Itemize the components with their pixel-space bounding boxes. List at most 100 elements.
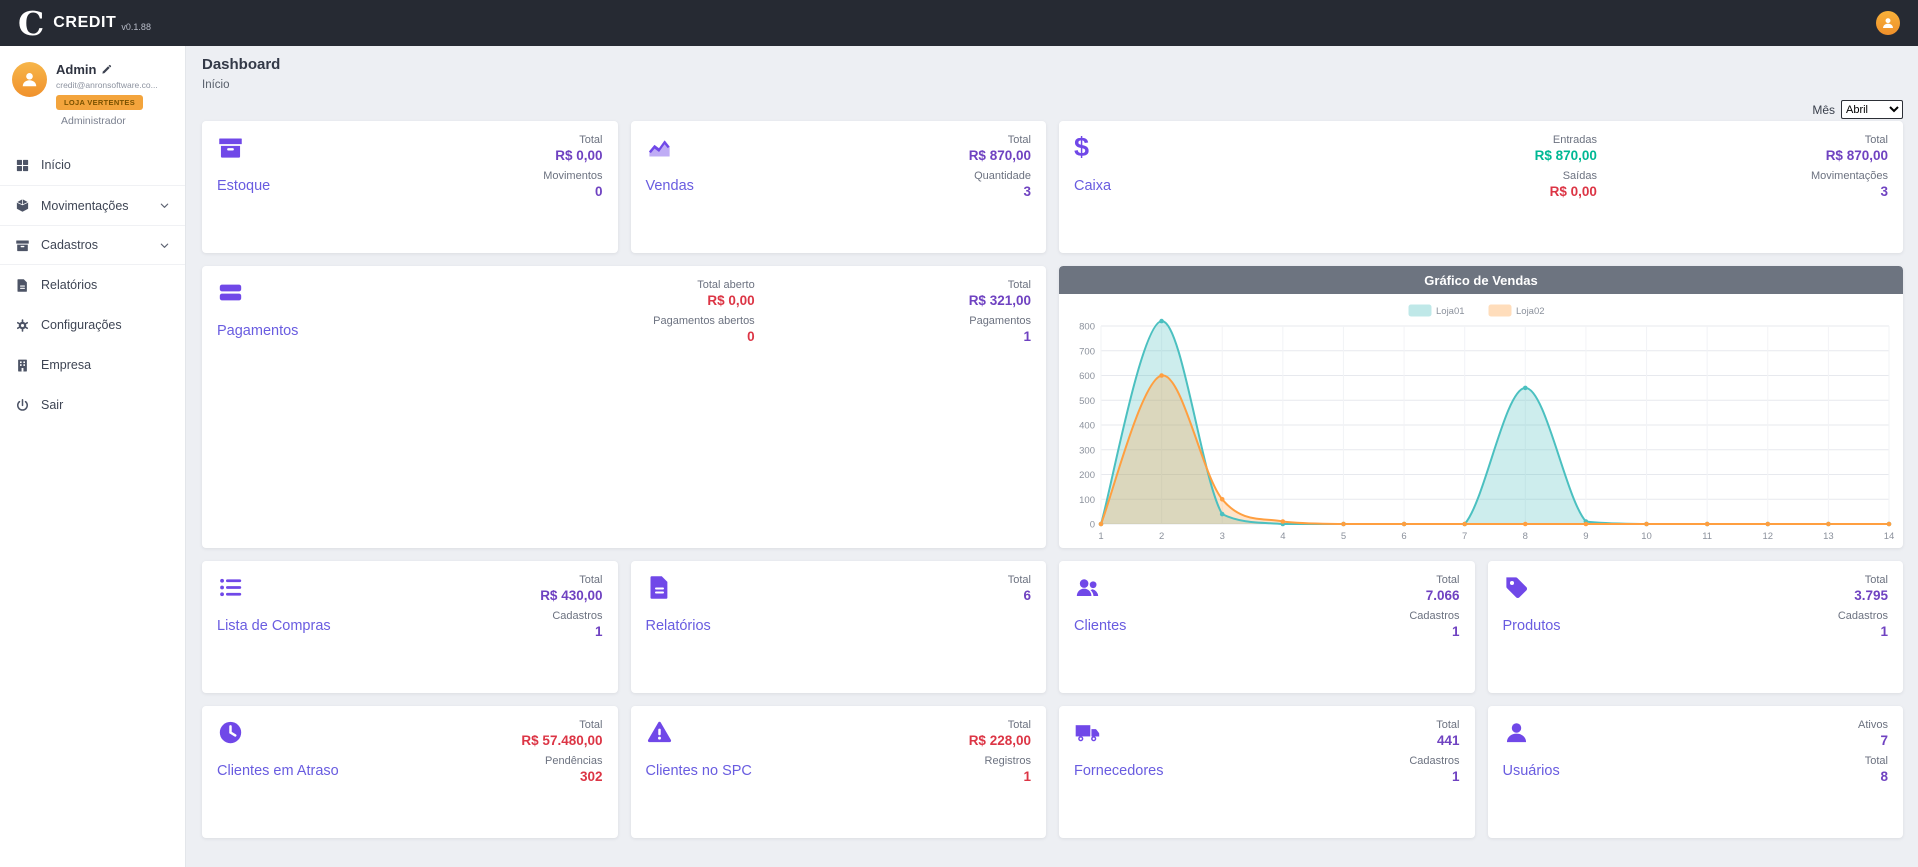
chart-title: Gráfico de Vendas xyxy=(1059,266,1903,294)
svg-text:12: 12 xyxy=(1762,531,1773,542)
stat-label: Total xyxy=(1409,719,1459,731)
user-avatar-button[interactable] xyxy=(1876,11,1900,35)
svg-text:100: 100 xyxy=(1079,495,1095,506)
edit-pencil-icon[interactable] xyxy=(101,64,112,75)
card-title-link[interactable]: Pagamentos xyxy=(217,323,298,339)
stat-label: Pagamentos abertos xyxy=(653,315,755,327)
stat-label: Pendências xyxy=(521,755,602,767)
stat-label: Entradas xyxy=(1535,134,1597,146)
card-mid-stats: EntradasR$ 870,00 SaídasR$ 0,00 xyxy=(1535,134,1597,240)
stat-label: Total xyxy=(543,134,602,146)
card-produtos[interactable]: Produtos Total3.795 Cadastros1 xyxy=(1488,561,1904,693)
stat-label: Total xyxy=(1008,574,1031,586)
card-title-link[interactable]: Clientes xyxy=(1074,618,1126,634)
card-relatorios[interactable]: Relatórios Total6 xyxy=(631,561,1047,693)
card-title-link[interactable]: Produtos xyxy=(1503,618,1561,634)
card-clientes-no-spc[interactable]: Clientes no SPC TotalR$ 228,00 Registros… xyxy=(631,706,1047,838)
card-title-link[interactable]: Caixa xyxy=(1074,178,1111,194)
stat-label: Registros xyxy=(969,755,1031,767)
user-icon xyxy=(1503,719,1530,746)
svg-text:2: 2 xyxy=(1159,531,1164,542)
sidebar-item-label: Sair xyxy=(41,398,63,412)
card-clientes[interactable]: Clientes Total7.066 Cadastros1 xyxy=(1059,561,1475,693)
card-title-link[interactable]: Lista de Compras xyxy=(217,618,331,634)
svg-text:300: 300 xyxy=(1079,445,1095,456)
sidebar-item-label: Cadastros xyxy=(41,238,98,252)
stat-value: R$ 870,00 xyxy=(969,148,1031,163)
stat-value: 441 xyxy=(1409,733,1459,748)
card-vendas[interactable]: Vendas TotalR$ 870,00 Quantidade3 xyxy=(631,121,1047,253)
card-title-link[interactable]: Clientes em Atraso xyxy=(217,763,339,779)
card-estoque[interactable]: Estoque TotalR$ 0,00 Movimentos0 xyxy=(202,121,618,253)
sidebar-item-inicio[interactable]: Início xyxy=(0,145,185,185)
user-role: Administrador xyxy=(61,115,158,127)
card-fornecedores[interactable]: Fornecedores Total 441 Cadastros 1 xyxy=(1059,706,1475,838)
cube-icon xyxy=(15,198,30,213)
card-mid-stats: Total abertoR$ 0,00 Pagamentos abertos0 xyxy=(653,279,755,535)
card-stats: Ativos7 Total8 xyxy=(1858,719,1888,825)
archive-icon xyxy=(217,134,244,161)
app-logo: C xyxy=(18,7,44,40)
svg-text:6: 6 xyxy=(1401,531,1406,542)
stat-value: 1 xyxy=(969,329,1031,344)
card-title-link[interactable]: Usuários xyxy=(1503,763,1560,779)
card-pagamentos[interactable]: Pagamentos Total abertoR$ 0,00 Pagamento… xyxy=(202,266,1046,548)
avatar xyxy=(12,62,47,97)
svg-text:200: 200 xyxy=(1079,470,1095,481)
power-icon xyxy=(15,398,30,413)
sidebar-item-empresa[interactable]: Empresa xyxy=(0,345,185,385)
sidebar-user-block: Admin credit@anronsoftware.co... LOJA VE… xyxy=(0,46,185,135)
card-title-link[interactable]: Estoque xyxy=(217,178,270,194)
sidebar-item-relatorios[interactable]: Relatórios xyxy=(0,265,185,305)
stat-value: 3.795 xyxy=(1838,588,1888,603)
svg-text:0: 0 xyxy=(1090,520,1095,531)
card-title-link[interactable]: Fornecedores xyxy=(1074,763,1163,779)
svg-text:8: 8 xyxy=(1523,531,1528,542)
sidebar-item-configuracoes[interactable]: Configurações xyxy=(0,305,185,345)
card-lista-de-compras[interactable]: Lista de Compras TotalR$ 430,00 Cadastro… xyxy=(202,561,618,693)
card-title-link[interactable]: Clientes no SPC xyxy=(646,763,752,779)
stat-label: Ativos xyxy=(1858,719,1888,731)
stat-value: 0 xyxy=(653,329,755,344)
chart-body: 0100200300400500600700800123456789101112… xyxy=(1059,294,1903,548)
sidebar-item-cadastros[interactable]: Cadastros xyxy=(0,225,185,265)
svg-text:11: 11 xyxy=(1702,531,1712,542)
stat-value: 1 xyxy=(1409,769,1459,784)
sidebar-item-sair[interactable]: Sair xyxy=(0,385,185,425)
svg-text:Loja01: Loja01 xyxy=(1436,306,1465,317)
card-clientes-em-atraso[interactable]: Clientes em Atraso TotalR$ 57.480,00 Pen… xyxy=(202,706,618,838)
svg-text:800: 800 xyxy=(1079,322,1095,333)
stat-value: R$ 430,00 xyxy=(540,588,602,603)
svg-text:600: 600 xyxy=(1079,371,1095,382)
stat-value: R$ 0,00 xyxy=(1535,184,1597,199)
month-select[interactable]: Abril xyxy=(1841,100,1903,119)
stat-value: R$ 228,00 xyxy=(969,733,1031,748)
app-screen: C CREDIT v0.1.88 Admin credit@anronsoftw… xyxy=(0,0,1918,867)
file-icon xyxy=(15,278,30,293)
sidebar-item-label: Empresa xyxy=(41,358,91,372)
stat-label: Movimentações xyxy=(1811,170,1888,182)
stat-value: 1 xyxy=(540,624,602,639)
svg-text:13: 13 xyxy=(1823,531,1834,542)
stat-value: 1 xyxy=(1838,624,1888,639)
sales-chart[interactable]: 0100200300400500600700800123456789101112… xyxy=(1059,294,1903,548)
card-grafico-vendas: Gráfico de Vendas 0100200300400500600700… xyxy=(1059,266,1903,548)
user-info: Admin credit@anronsoftware.co... LOJA VE… xyxy=(56,62,158,127)
stat-label: Cadastros xyxy=(1838,610,1888,622)
card-title-link[interactable]: Vendas xyxy=(646,178,694,194)
clock-icon xyxy=(217,719,244,746)
stat-label: Total aberto xyxy=(653,279,755,291)
card-caixa[interactable]: $ Caixa EntradasR$ 870,00 SaídasR$ 0,00 … xyxy=(1059,121,1903,253)
svg-text:9: 9 xyxy=(1583,531,1588,542)
svg-text:500: 500 xyxy=(1079,396,1095,407)
card-title-link[interactable]: Relatórios xyxy=(646,618,711,634)
svg-text:5: 5 xyxy=(1341,531,1346,542)
card-usuarios[interactable]: Usuários Ativos7 Total8 xyxy=(1488,706,1904,838)
sidebar-item-movimentacoes[interactable]: Movimentações xyxy=(0,185,185,225)
stat-label: Cadastros xyxy=(1409,755,1459,767)
sidebar-item-label: Movimentações xyxy=(41,199,129,213)
card-stats: TotalR$ 870,00 Movimentações3 xyxy=(1811,134,1888,240)
svg-text:7: 7 xyxy=(1462,531,1467,542)
list-icon xyxy=(217,574,244,601)
stat-value: 1 xyxy=(969,769,1031,784)
